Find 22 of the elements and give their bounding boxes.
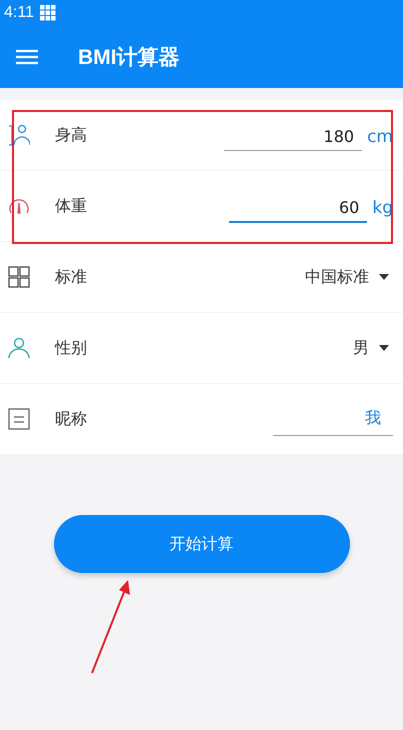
menu-icon[interactable] [16, 49, 38, 65]
field-label: 昵称 [55, 408, 87, 430]
field-label: 身高 [55, 124, 87, 146]
input-field[interactable]: 我 [273, 408, 393, 436]
person-ruler-icon [8, 124, 30, 146]
input-field[interactable]: 180 [224, 127, 362, 151]
field-label: 体重 [55, 196, 87, 216]
dropdown[interactable]: 男 [353, 338, 393, 358]
status-time: 4:11 [4, 4, 34, 22]
person-icon [8, 337, 30, 359]
caret-icon [379, 344, 389, 352]
grid-icon [40, 5, 56, 21]
unit-label: cm [367, 127, 393, 147]
note-icon [8, 408, 30, 430]
app-title: BMI计算器 [78, 45, 180, 71]
input-field[interactable]: 60 [229, 198, 368, 222]
caret-icon [379, 274, 389, 280]
field-label: 性别 [55, 338, 87, 358]
calculate-button[interactable]: 开始计算 [54, 515, 350, 573]
dropdown[interactable]: 中国标准 [305, 266, 393, 288]
field-label: 标准 [55, 266, 87, 288]
grid-squares-icon [8, 266, 30, 288]
